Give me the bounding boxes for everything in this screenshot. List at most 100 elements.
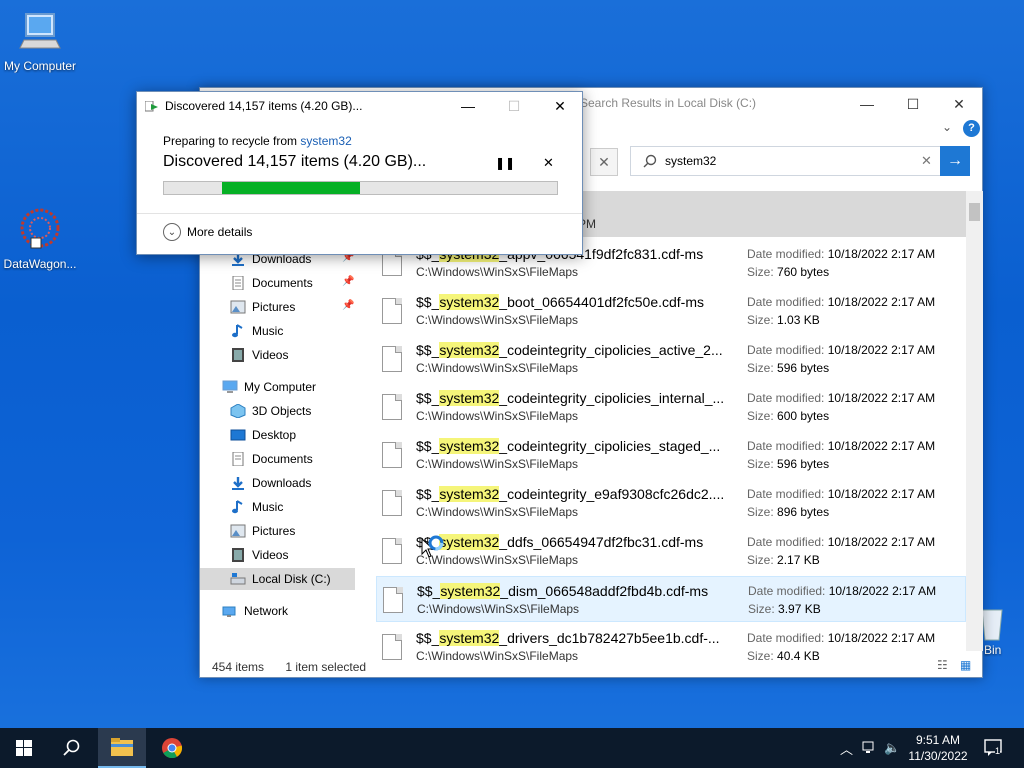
file-row[interactable]: $$_system32_drivers_dc1b782427b5ee1b.cdf… bbox=[376, 624, 966, 662]
dialog-maximize-button: ☐ bbox=[491, 94, 537, 118]
file-date: Date modified: 10/18/2022 2:17 AM bbox=[748, 584, 936, 598]
close-button[interactable]: ✕ bbox=[936, 92, 982, 116]
nav-item-label: Videos bbox=[252, 548, 289, 562]
minimize-button[interactable]: — bbox=[844, 92, 890, 116]
ribbon-expand-button[interactable]: ⌄ bbox=[942, 120, 952, 134]
file-name: $$_system32_boot_06654401df2fc50e.cdf-ms bbox=[416, 294, 734, 310]
search-go-button[interactable]: → bbox=[940, 146, 970, 176]
close-icon: ✕ bbox=[554, 97, 566, 114]
dialog-title: Discovered 14,157 items (4.20 GB)... bbox=[165, 99, 363, 113]
details-view-button[interactable]: ☷ bbox=[937, 658, 948, 672]
network-icon bbox=[222, 606, 236, 617]
pin-icon[interactable]: 📌 bbox=[342, 276, 354, 287]
maximize-button[interactable]: ☐ bbox=[890, 92, 936, 116]
nav-item-local-disk[interactable]: Local Disk (C:) bbox=[200, 568, 355, 590]
notification-icon bbox=[984, 739, 1002, 756]
date-label: Date modified: bbox=[747, 535, 825, 549]
file-row[interactable]: $$_system32_ddfs_06654947df2fbc31.cdf-ms… bbox=[376, 528, 966, 574]
file-name-suffix: _dism_066548addf2fbd4b.cdf-ms bbox=[500, 583, 709, 599]
vertical-scrollbar[interactable] bbox=[966, 191, 983, 651]
date-label: Date modified: bbox=[747, 391, 825, 405]
chrome-icon bbox=[162, 738, 183, 759]
nav-item-pictures[interactable]: Pictures bbox=[230, 296, 295, 318]
maximize-icon: ☐ bbox=[507, 97, 521, 114]
file-row[interactable]: $$_system32_codeintegrity_e9af9308cfc26d… bbox=[376, 480, 966, 526]
search-highlight: system32 bbox=[439, 390, 500, 406]
nav-item-3d-objects[interactable]: 3D Objects bbox=[230, 400, 311, 422]
cancel-search-button[interactable]: ✕ bbox=[590, 148, 618, 176]
show-hidden-icons-button[interactable]: ︿ bbox=[840, 728, 853, 768]
taskbar-file-explorer[interactable] bbox=[98, 728, 146, 768]
scrollbar-thumb[interactable] bbox=[969, 203, 980, 221]
file-name-prefix: $$_ bbox=[417, 583, 441, 599]
file-name-suffix: _codeintegrity_e9af9308cfc26dc2.... bbox=[499, 486, 725, 502]
dialog-close-button[interactable]: ✕ bbox=[537, 94, 583, 118]
search-box[interactable]: ✕ bbox=[630, 146, 942, 176]
file-size: Size: 3.97 KB bbox=[748, 602, 821, 616]
nav-item-documents-pc[interactable]: Documents bbox=[230, 448, 313, 470]
computer-icon bbox=[222, 380, 238, 393]
desktop-icon-my-computer[interactable]: My Computer bbox=[0, 10, 80, 73]
large-icons-view-icon: ▦ bbox=[960, 658, 972, 672]
size-label: Size: bbox=[747, 313, 774, 327]
file-name-prefix: $$_ bbox=[416, 342, 440, 358]
close-icon: ✕ bbox=[953, 95, 965, 112]
file-name: $$_system32_codeintegrity_cipolicies_int… bbox=[416, 390, 734, 406]
source-folder-link[interactable]: system32 bbox=[300, 134, 351, 148]
file-size: Size: 596 bytes bbox=[747, 361, 829, 375]
action-center-button[interactable]: 1 bbox=[984, 728, 1002, 768]
file-row[interactable]: $$_system32_codeintegrity_cipolicies_act… bbox=[376, 336, 966, 382]
nav-item-videos-pc[interactable]: Videos bbox=[230, 544, 288, 566]
nav-item-my-computer[interactable]: My Computer bbox=[222, 376, 316, 398]
pin-icon[interactable]: 📌 bbox=[342, 300, 354, 311]
file-row[interactable]: $$_system32_boot_06654401df2fc50e.cdf-ms… bbox=[376, 288, 966, 334]
taskbar-clock[interactable]: 9:51 AM 11/30/2022 bbox=[904, 732, 972, 764]
start-button[interactable] bbox=[0, 728, 48, 768]
file-path: C:\Windows\WinSxS\FileMaps bbox=[416, 649, 579, 662]
pause-icon: ❚❚ bbox=[495, 156, 516, 170]
desktop-icon-datawagon[interactable]: DataWagon... bbox=[0, 206, 80, 271]
nav-item-pictures-pc[interactable]: Pictures bbox=[230, 520, 295, 542]
pause-button[interactable]: ❚❚ bbox=[495, 156, 515, 170]
nav-item-documents[interactable]: Documents bbox=[230, 272, 313, 294]
search-highlight: system32 bbox=[439, 486, 500, 502]
large-icons-view-button[interactable]: ▦ bbox=[960, 658, 971, 672]
file-name: $$_system32_drivers_dc1b782427b5ee1b.cdf… bbox=[416, 630, 734, 646]
file-icon bbox=[382, 298, 402, 324]
size-value: 40.4 KB bbox=[777, 649, 820, 662]
volume-tray-icon[interactable]: 🔈 bbox=[884, 728, 900, 768]
close-icon: ✕ bbox=[543, 155, 554, 170]
network-tray-icon[interactable] bbox=[862, 728, 878, 768]
nav-item-music[interactable]: Music bbox=[230, 320, 283, 342]
file-icon bbox=[383, 587, 403, 613]
nav-item-music-pc[interactable]: Music bbox=[230, 496, 283, 518]
file-row[interactable]: $$_system32_codeintegrity_cipolicies_int… bbox=[376, 384, 966, 430]
nav-item-desktop[interactable]: Desktop bbox=[230, 424, 296, 446]
help-button[interactable]: ? bbox=[963, 120, 980, 137]
dialog-minimize-button[interactable]: — bbox=[445, 94, 491, 118]
windows-logo-icon bbox=[16, 740, 32, 756]
size-value: 596 bytes bbox=[777, 457, 830, 471]
file-row[interactable]: $$_system32_dism_066548addf2fbd4b.cdf-ms… bbox=[376, 576, 966, 622]
minimize-icon: — bbox=[860, 96, 874, 112]
cancel-operation-button[interactable]: ✕ bbox=[543, 155, 554, 171]
file-icon bbox=[382, 490, 402, 516]
date-label: Date modified: bbox=[747, 343, 825, 357]
nav-item-videos[interactable]: Videos bbox=[230, 344, 288, 366]
size-value: 1.03 KB bbox=[777, 313, 820, 327]
videos-icon bbox=[232, 348, 244, 362]
taskbar-chrome[interactable] bbox=[148, 728, 196, 768]
file-date: Date modified: 10/18/2022 2:17 AM bbox=[747, 535, 935, 549]
nav-item-network[interactable]: Network bbox=[222, 600, 288, 622]
size-label: Size: bbox=[747, 409, 774, 423]
more-details-button[interactable]: ⌄ More details bbox=[163, 223, 252, 241]
file-row[interactable]: $$_system32_codeintegrity_cipolicies_sta… bbox=[376, 432, 966, 478]
search-input[interactable] bbox=[665, 154, 905, 168]
file-name-prefix: $$_ bbox=[416, 390, 440, 406]
nav-item-downloads-pc[interactable]: Downloads bbox=[230, 472, 311, 494]
arrow-right-icon: → bbox=[947, 152, 963, 169]
clear-search-button[interactable]: ✕ bbox=[921, 153, 932, 169]
nav-item-label: 3D Objects bbox=[252, 404, 312, 418]
taskbar-search-button[interactable] bbox=[48, 728, 96, 768]
nav-item-label: My Computer bbox=[244, 380, 317, 394]
